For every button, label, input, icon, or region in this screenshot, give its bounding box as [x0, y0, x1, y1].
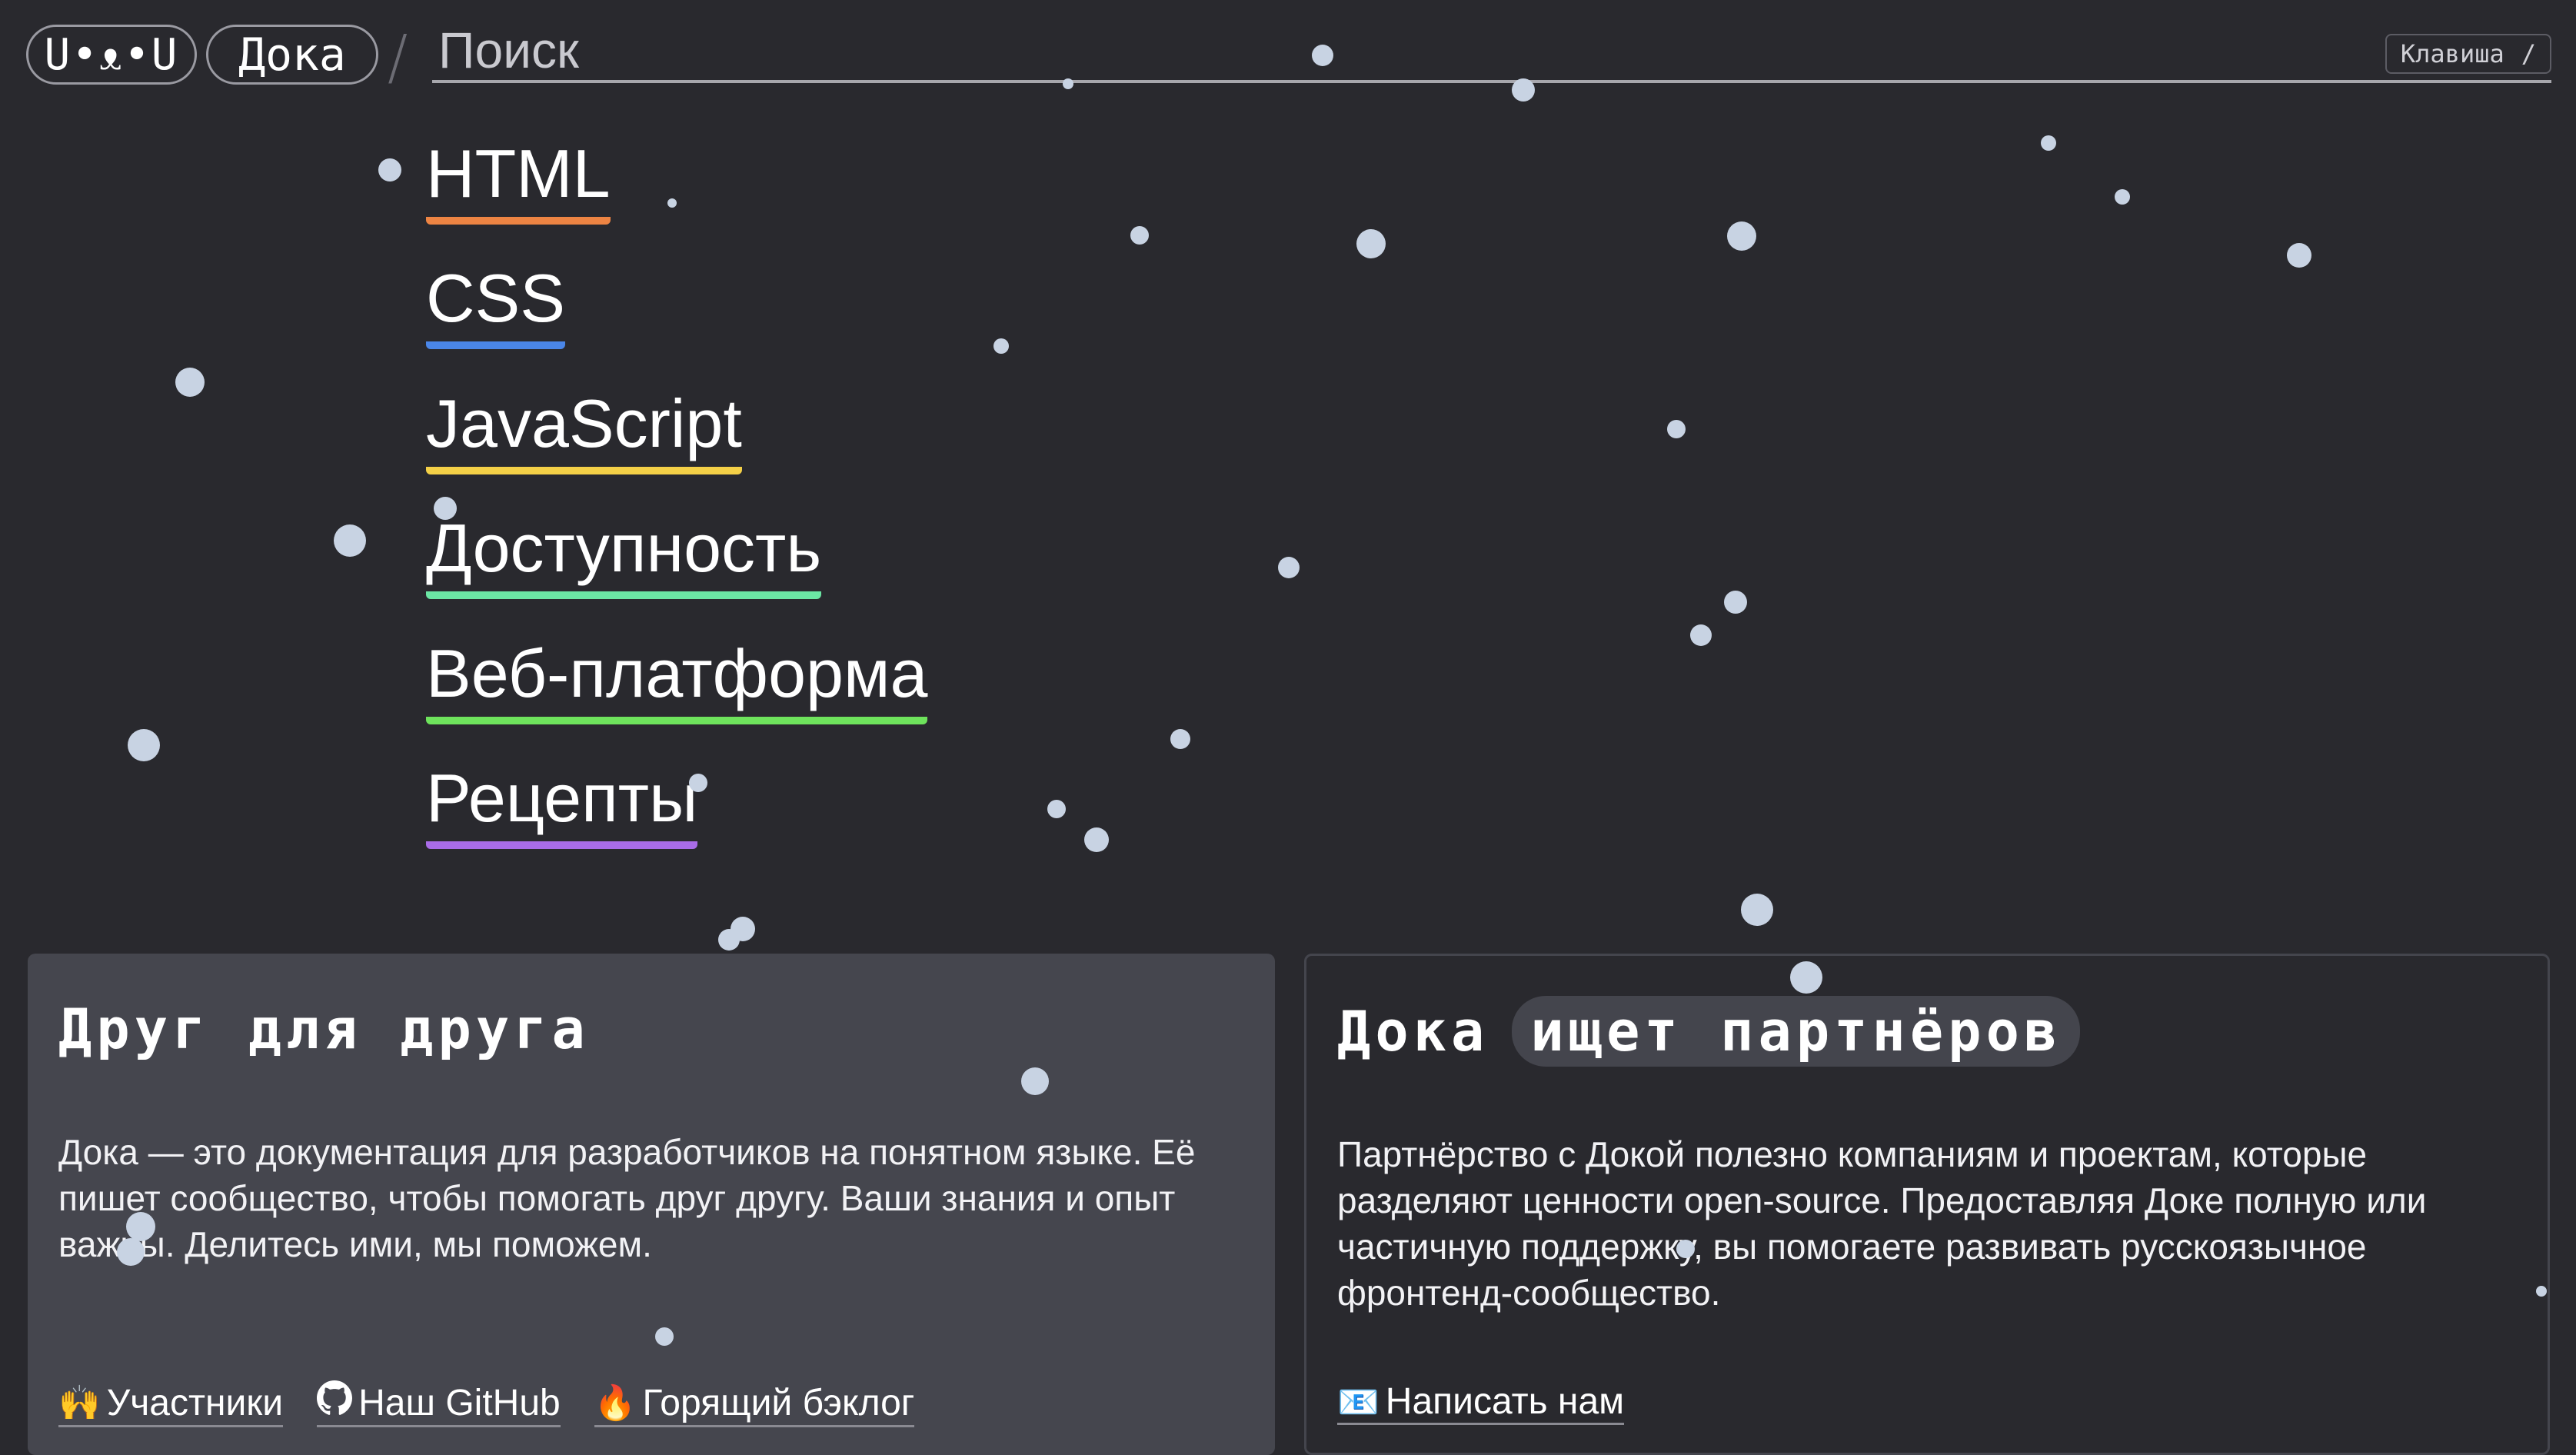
friends-card: Друг для друга Дока — это документация д…	[28, 954, 1275, 1455]
friends-card-text: Дока — это документация для разработчико…	[58, 1132, 1196, 1264]
nav-item-javascript[interactable]: JavaScript	[426, 385, 742, 474]
github-link-label: Наш GitHub	[358, 1382, 561, 1423]
nav-item-recipes[interactable]: Рецепты	[426, 760, 698, 849]
envelope-icon: 📧	[1337, 1382, 1380, 1422]
friends-card-title: Друг для друга	[58, 997, 590, 1061]
snowflake	[718, 929, 740, 951]
snowflake	[1356, 229, 1386, 258]
nav-item-accessibility[interactable]: Доступность	[426, 510, 822, 599]
backlog-link[interactable]: 🔥 Горящий бэклог	[594, 1380, 915, 1427]
snowflake	[1063, 78, 1073, 89]
snowflake	[2041, 135, 2056, 151]
keyboard-hint: Клавиша /	[2385, 34, 2551, 74]
partners-card: Дока ищет партнёров Партнёрство с Докой …	[1304, 954, 2550, 1455]
partners-card-title: Дока ищет партнёров	[1337, 993, 2517, 1070]
snowflake	[1790, 961, 1822, 994]
snowflake	[1130, 226, 1149, 245]
snowflake	[2115, 189, 2130, 205]
breadcrumb-separator: /	[388, 23, 408, 92]
snowflake	[434, 497, 457, 520]
snowflake	[689, 774, 707, 792]
snowflake	[667, 198, 677, 208]
contact-us-link-label: Написать нам	[1385, 1381, 1625, 1422]
backlog-link-label: Горящий бэклог	[642, 1382, 915, 1423]
snowflake	[117, 1238, 145, 1266]
fire-icon: 🔥	[594, 1383, 637, 1423]
snowflake	[1690, 624, 1712, 646]
doka-label: Дока	[238, 28, 346, 81]
snowflake	[655, 1327, 674, 1346]
snowflake	[126, 1212, 155, 1241]
snowflake	[378, 158, 401, 181]
snowflake	[2287, 243, 2311, 268]
nav-item-html[interactable]: HTML	[426, 135, 611, 225]
partners-title-highlight: ищет партнёров	[1512, 996, 2081, 1067]
nav-item-web-platform[interactable]: Веб-платформа	[426, 635, 928, 724]
snowflake	[1727, 221, 1756, 251]
header: U•ᴥ•U Дока / Клавиша /	[26, 23, 2551, 92]
search-input[interactable]	[432, 25, 2551, 83]
participants-link-label: Участники	[106, 1382, 284, 1423]
participants-link[interactable]: 🙌 Участники	[58, 1380, 284, 1427]
key-hint-label: Клавиша	[2400, 39, 2504, 68]
snowflake	[1084, 827, 1109, 852]
github-link[interactable]: Наш GitHub	[317, 1380, 561, 1427]
snowflake	[1278, 557, 1300, 578]
key-hint-key: /	[2521, 39, 2536, 68]
snowflake	[1021, 1067, 1049, 1095]
doka-home-link[interactable]: Дока	[206, 25, 378, 85]
snowflake	[1741, 894, 1773, 926]
github-icon	[317, 1380, 353, 1425]
nav-item-css[interactable]: CSS	[426, 260, 565, 349]
snowflake	[1047, 800, 1066, 818]
partners-title-plain: Дока	[1337, 999, 1489, 1064]
raised-hands-icon: 🙌	[58, 1383, 101, 1423]
snowflake	[1312, 45, 1333, 66]
snowflake	[2536, 1286, 2547, 1297]
snowflake	[1676, 1240, 1695, 1258]
logo-text: U•ᴥ•U	[44, 29, 179, 80]
snowflake	[128, 729, 160, 761]
snowflake	[334, 524, 366, 557]
logo-link[interactable]: U•ᴥ•U	[26, 25, 197, 85]
friends-card-links: 🙌 Участники Наш GitHub 🔥 Горящий бэклог	[58, 1380, 915, 1427]
snowflake	[1724, 591, 1747, 614]
partners-card-links: 📧 Написать нам	[1337, 1380, 1625, 1425]
snowflake	[1512, 78, 1535, 102]
contact-us-link[interactable]: 📧 Написать нам	[1337, 1380, 1625, 1425]
snowflake	[1667, 420, 1686, 438]
snowflake	[993, 338, 1009, 354]
snowflake	[1170, 729, 1190, 749]
partners-card-text: Партнёрство с Докой полезно компаниям и …	[1337, 1134, 2427, 1313]
snowflake	[175, 368, 205, 397]
